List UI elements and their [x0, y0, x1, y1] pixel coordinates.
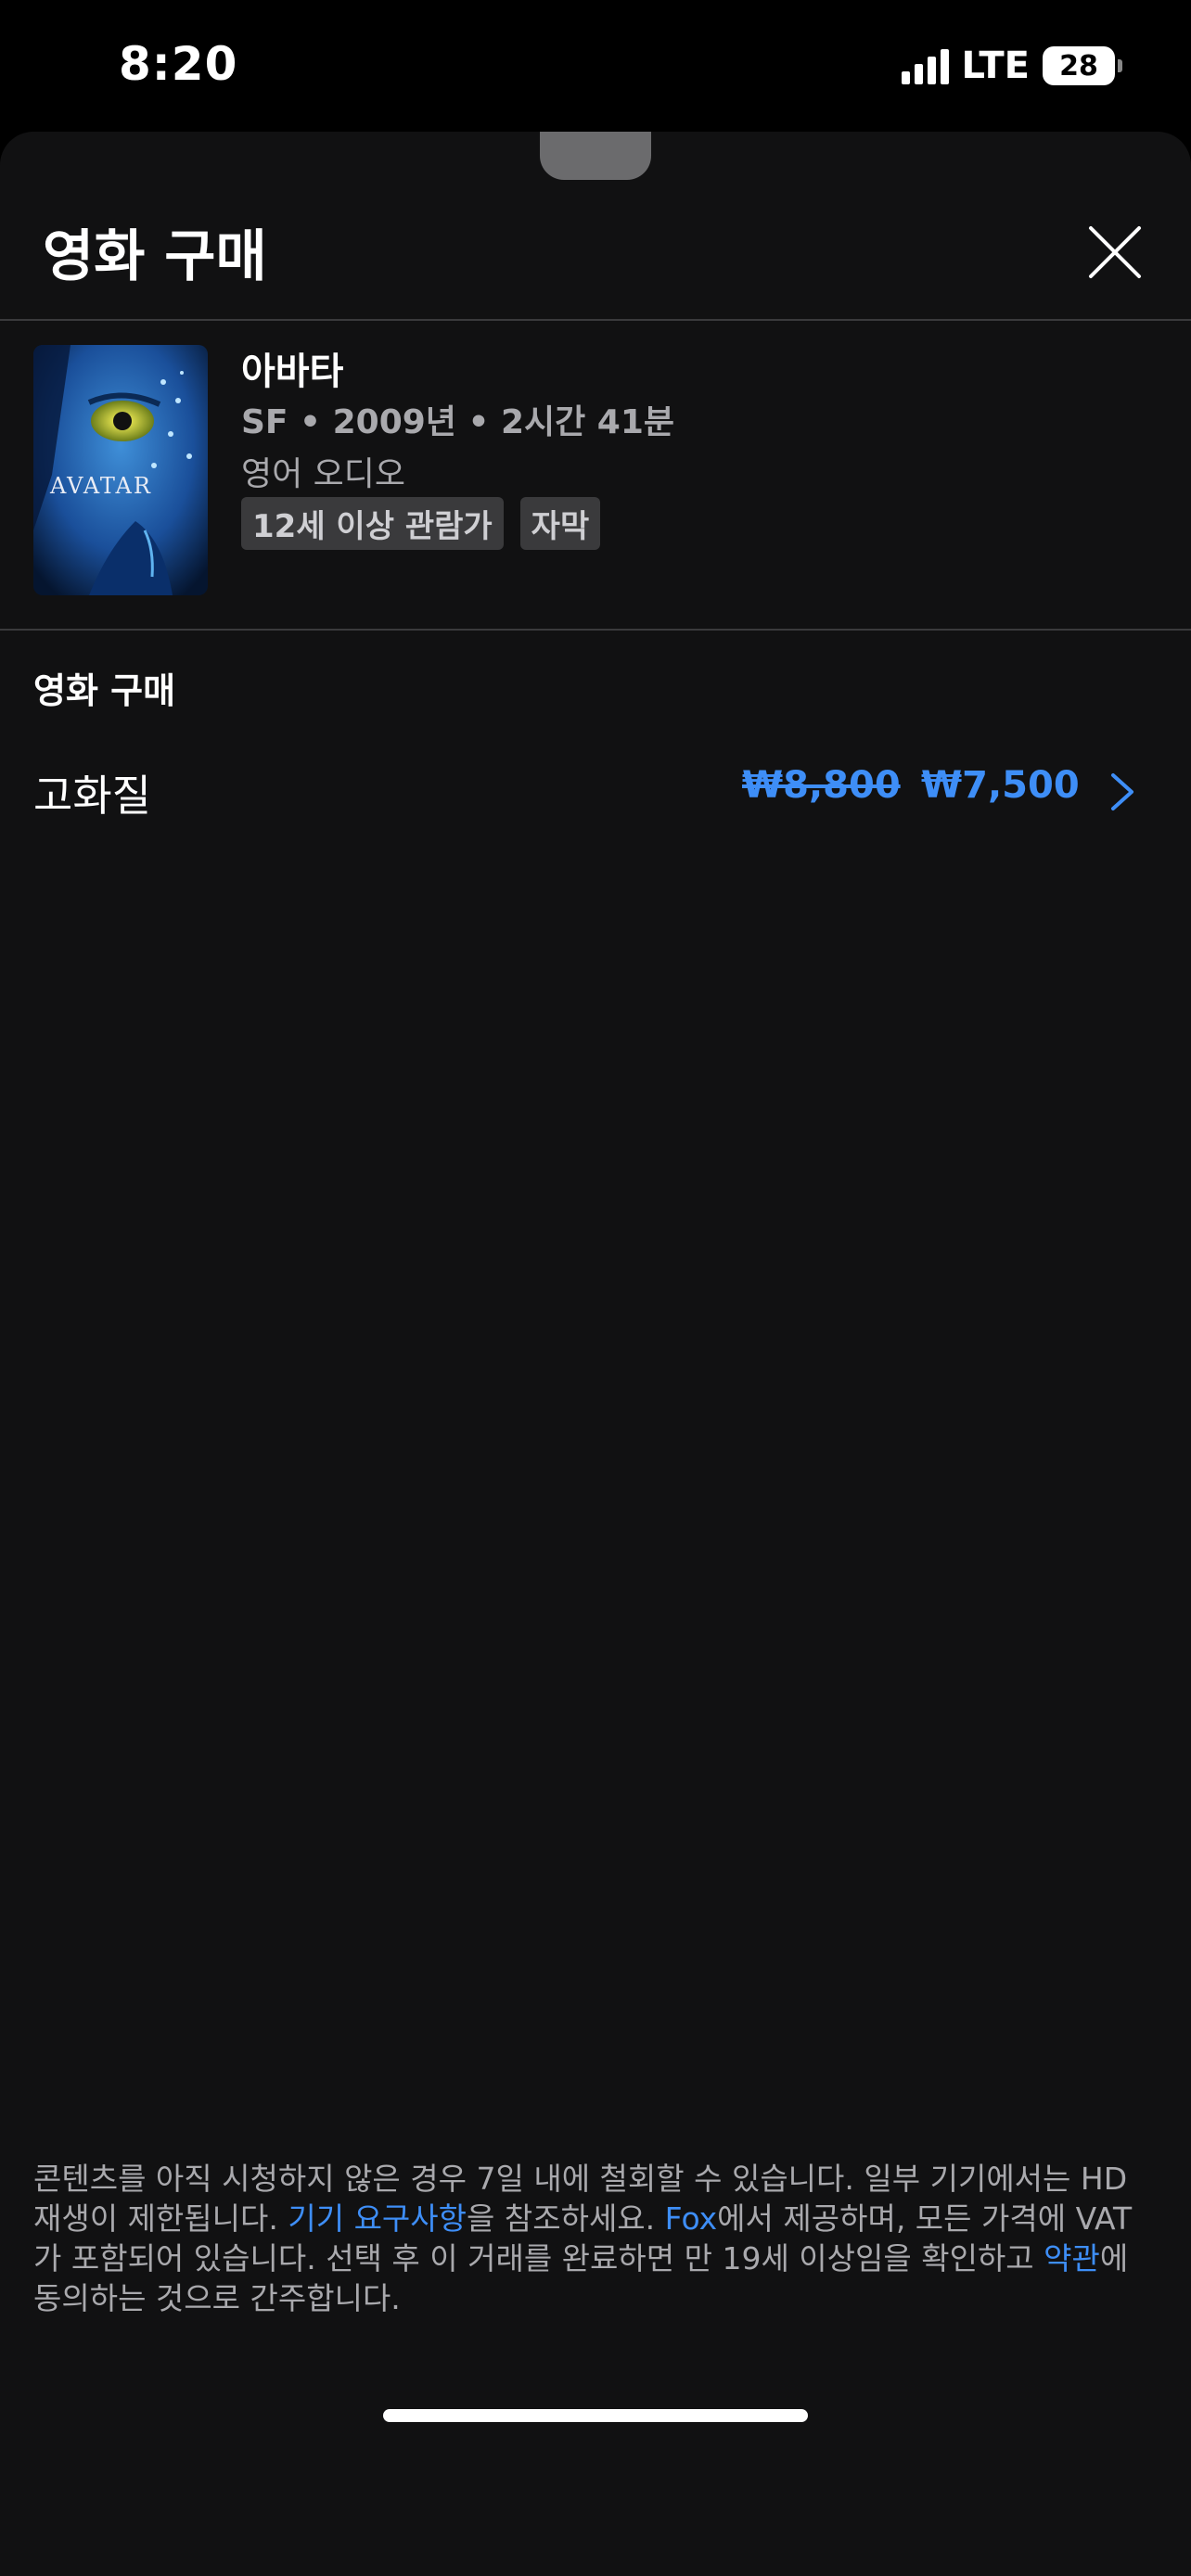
poster-title-text: AVATAR [49, 473, 152, 499]
movie-audio: 영어 오디오 [241, 455, 406, 493]
close-icon [1089, 226, 1141, 278]
provider-link[interactable]: Fox [665, 2200, 718, 2237]
purchase-sheet: 영화 구매 AVATAR 아바타 SF • 2009년 • 2시간 41분 영어… [0, 132, 1191, 2576]
movie-title: 아바타 [241, 351, 344, 393]
network-type: LTE [961, 45, 1030, 87]
cellular-signal-icon [901, 47, 949, 84]
chevron-right-icon [1111, 773, 1133, 810]
legal-notice: 콘텐츠를 아직 시청하지 않은 경우 7일 내에 철회할 수 있습니다. 일부 … [33, 2159, 1158, 2318]
status-indicators: LTE 28 [901, 45, 1122, 87]
legal-text-part2: 을 참조하세요. [467, 2200, 665, 2237]
close-button[interactable] [1082, 219, 1148, 286]
sale-price: ₩7,500 [921, 764, 1080, 807]
device-requirements-link[interactable]: 기기 요구사항 [288, 2200, 467, 2237]
original-price: ₩8,800 [742, 764, 901, 807]
header-divider [0, 319, 1191, 321]
sheet-title: 영화 구매 [43, 224, 267, 289]
purchase-option-hd[interactable]: 고화질 ₩8,800 ₩7,500 [0, 744, 1191, 836]
status-bar: 8:20 LTE 28 [0, 0, 1191, 132]
movie-poster: AVATAR [33, 345, 208, 595]
quality-label: 고화질 [33, 771, 151, 821]
age-rating-badge: 12세 이상 관람가 [241, 497, 504, 550]
status-time: 8:20 [119, 37, 238, 91]
info-divider [0, 629, 1191, 631]
movie-meta: SF • 2009년 • 2시간 41분 [241, 403, 675, 441]
purchase-section-label: 영화 구매 [33, 670, 176, 711]
sheet-grabber[interactable] [540, 132, 651, 180]
terms-link[interactable]: 약관 [1044, 2240, 1100, 2276]
subtitle-badge: 자막 [519, 497, 601, 550]
home-indicator[interactable] [383, 2409, 808, 2422]
movie-badges: 12세 이상 관람가 자막 [241, 497, 601, 550]
battery-icon: 28 [1043, 46, 1122, 85]
